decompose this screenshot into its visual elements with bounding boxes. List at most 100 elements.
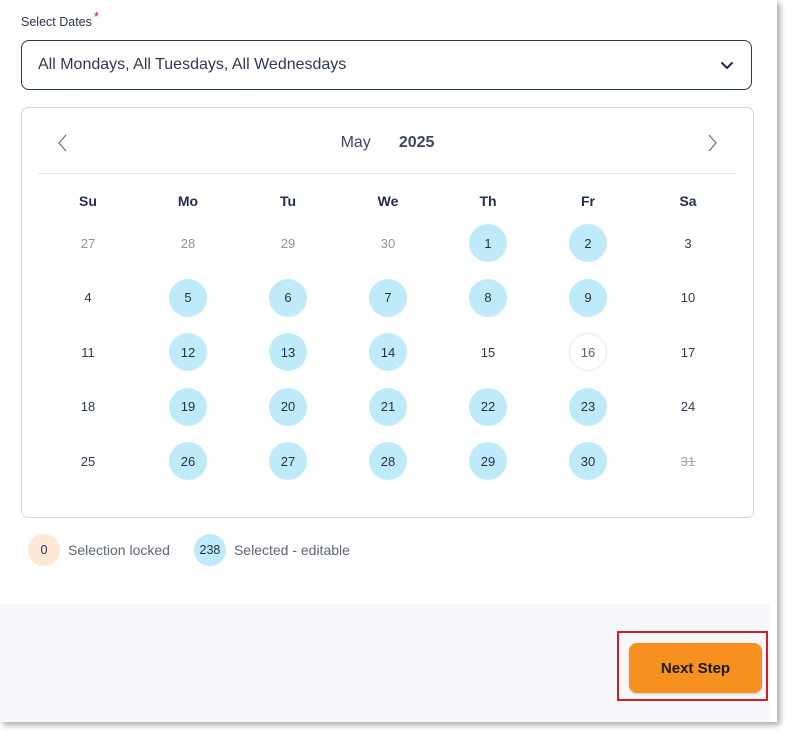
calendar-day-number: 24 — [669, 388, 707, 426]
calendar-day-number: 8 — [469, 278, 507, 317]
calendar-day[interactable]: 11 — [38, 325, 138, 380]
calendar-day-number: 30 — [369, 224, 407, 262]
weekday-header: Th — [479, 193, 497, 209]
select-dates-value: All Mondays, All Tuesdays, All Wednesday… — [38, 56, 347, 73]
calendar-day[interactable]: 3 — [638, 216, 738, 271]
calendar-day-number: 18 — [69, 388, 107, 426]
calendar-day[interactable]: 29 — [438, 434, 538, 489]
calendar-day-text: 14 — [380, 344, 396, 360]
calendar-day-number: 19 — [169, 387, 207, 426]
calendar-day[interactable]: 30 — [538, 434, 638, 489]
calendar-day-number: 1 — [469, 224, 507, 263]
calendar-day-text: 17 — [680, 344, 696, 360]
calendar-day-text: 1 — [484, 235, 492, 251]
locked-count-badge: 0 — [28, 534, 60, 566]
selection-legend: 0 Selection locked 238 Selected - editab… — [28, 534, 374, 566]
calendar-week-row: 25 26 27 28 29 30 31 — [38, 434, 738, 489]
calendar-day[interactable]: 28 — [138, 216, 238, 271]
select-dates-dropdown[interactable]: All Mondays, All Tuesdays, All Wednesday… — [21, 40, 752, 90]
calendar-month[interactable]: May — [341, 134, 371, 151]
calendar-day[interactable]: 20 — [238, 380, 338, 435]
calendar-day[interactable]: 14 — [338, 325, 438, 380]
calendar-day-number: 9 — [569, 278, 607, 317]
calendar-day[interactable]: 15 — [438, 325, 538, 380]
weekday-header: We — [377, 193, 399, 209]
calendar-day[interactable]: 17 — [638, 325, 738, 380]
calendar-day[interactable]: 10 — [638, 271, 738, 326]
calendar-day-text: 21 — [380, 399, 396, 415]
calendar-day[interactable]: 30 — [338, 216, 438, 271]
calendar-day-number: 27 — [269, 442, 307, 481]
calendar-day[interactable]: 18 — [38, 380, 138, 435]
calendar-year[interactable]: 2025 — [399, 134, 435, 151]
calendar-day-number: 29 — [269, 224, 307, 262]
chevron-down-icon — [721, 62, 733, 69]
calendar-day-text: 13 — [280, 344, 296, 360]
calendar-day-number: 29 — [469, 442, 507, 481]
select-dates-label-text: Select Dates — [21, 15, 92, 29]
calendar-day-text: 26 — [180, 453, 196, 469]
calendar-week-row: 11 12 13 14 15 16 17 — [38, 325, 738, 380]
calendar: May 2025 Su Mo Tu We Th Fr Sa 27 28 29 30 1 2 3 4 5 6 7 8 9… — [21, 107, 754, 518]
calendar-day-text: 18 — [80, 399, 96, 415]
calendar-day[interactable]: 7 — [338, 271, 438, 326]
calendar-day[interactable]: 1 — [438, 216, 538, 271]
locked-label: Selection locked — [68, 542, 170, 558]
calendar-day-text: 2 — [584, 235, 592, 251]
calendar-day-text: 5 — [184, 290, 192, 306]
calendar-day-number: 15 — [469, 333, 507, 371]
calendar-day-text: 22 — [480, 399, 496, 415]
calendar-day-text: 29 — [280, 235, 296, 251]
calendar-day-text: 12 — [180, 344, 196, 360]
calendar-day[interactable]: 9 — [538, 271, 638, 326]
calendar-day-text: 28 — [380, 453, 396, 469]
calendar-day-text: 29 — [480, 453, 496, 469]
calendar-day[interactable]: 28 — [338, 434, 438, 489]
select-dates-label: Select Dates * — [21, 9, 99, 29]
calendar-day-number: 23 — [569, 387, 607, 426]
calendar-day[interactable]: 23 — [538, 380, 638, 435]
calendar-day[interactable]: 6 — [238, 271, 338, 326]
calendar-day[interactable]: 2 — [538, 216, 638, 271]
calendar-day-text: 19 — [180, 399, 196, 415]
calendar-day-text: 16 — [580, 344, 596, 360]
calendar-day-text: 25 — [80, 453, 96, 469]
calendar-day-text: 31 — [680, 453, 696, 469]
calendar-day-number: 3 — [669, 224, 707, 262]
calendar-day[interactable]: 24 — [638, 380, 738, 435]
calendar-grid: Su Mo Tu We Th Fr Sa 27 28 29 30 1 2 3 4 5 6 7 8 9 10 11 12 13… — [38, 186, 738, 489]
calendar-day-number: 13 — [269, 333, 307, 372]
calendar-day[interactable]: 21 — [338, 380, 438, 435]
chevron-right-icon[interactable] — [703, 132, 721, 154]
calendar-day[interactable]: 19 — [138, 380, 238, 435]
calendar-day-number: 12 — [169, 333, 207, 372]
calendar-day[interactable]: 27 — [38, 216, 138, 271]
calendar-day[interactable]: 16 — [538, 325, 638, 380]
calendar-day-text: 30 — [380, 235, 396, 251]
calendar-day[interactable]: 12 — [138, 325, 238, 380]
calendar-day[interactable]: 22 — [438, 380, 538, 435]
calendar-day-text: 11 — [81, 344, 95, 360]
calendar-week-row: 27 28 29 30 1 2 3 — [38, 216, 738, 271]
calendar-week-row: 4 5 6 7 8 9 10 — [38, 271, 738, 326]
calendar-day-number: 22 — [469, 387, 507, 426]
calendar-day-text: 27 — [80, 235, 96, 251]
calendar-day-number: 26 — [169, 442, 207, 481]
calendar-day-text: 10 — [680, 290, 696, 306]
date-selection-panel: Select Dates * All Mondays, All Tuesdays,… — [0, 0, 777, 722]
calendar-day[interactable]: 5 — [138, 271, 238, 326]
calendar-day[interactable]: 4 — [38, 271, 138, 326]
calendar-day[interactable]: 13 — [238, 325, 338, 380]
calendar-day[interactable]: 26 — [138, 434, 238, 489]
weekday-header: Sa — [679, 193, 697, 209]
calendar-day[interactable]: 29 — [238, 216, 338, 271]
calendar-day-number: 20 — [269, 387, 307, 426]
calendar-day[interactable]: 25 — [38, 434, 138, 489]
calendar-day[interactable]: 8 — [438, 271, 538, 326]
next-step-button[interactable]: Next Step — [629, 643, 762, 693]
calendar-day[interactable]: 27 — [238, 434, 338, 489]
calendar-day-text: 24 — [680, 399, 696, 415]
calendar-header: May 2025 — [38, 108, 737, 174]
calendar-day-number: 7 — [369, 278, 407, 317]
calendar-day-text: 28 — [180, 235, 196, 251]
